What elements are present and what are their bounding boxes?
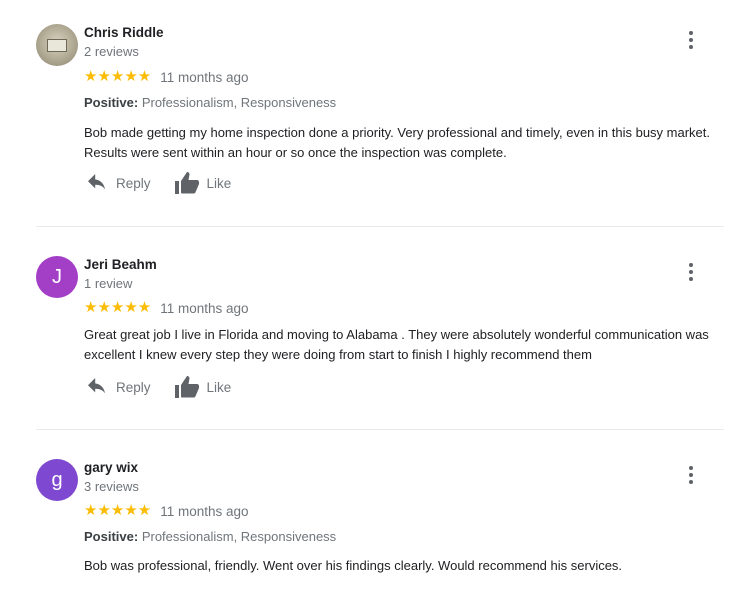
avatar[interactable]	[36, 24, 78, 66]
reviewer-name[interactable]: Jeri Beahm	[84, 257, 157, 272]
review-count: 1 review	[84, 276, 133, 291]
review-time: 11 months ago	[160, 300, 249, 316]
positive-label: Positive:	[84, 95, 139, 110]
reply-label: Reply	[116, 379, 151, 395]
avatar[interactable]: J	[36, 256, 78, 298]
review-text: Bob was professional, friendly. Went ove…	[84, 558, 623, 573]
avatar-letter: J	[52, 265, 62, 288]
reply-arrow-icon	[88, 378, 106, 394]
review-count: 3 reviews	[84, 479, 139, 494]
avatar-photo-icon	[47, 38, 67, 52]
rating-line: ★★★★★ 11 months ago	[84, 69, 249, 85]
review-count: 2 reviews	[84, 44, 139, 59]
like-button[interactable]: Like	[174, 376, 232, 398]
rating-line: ★★★★★ 11 months ago	[84, 503, 249, 519]
avatar[interactable]: g	[36, 459, 78, 501]
review-actions: Reply Like	[86, 376, 231, 398]
reply-label: Reply	[116, 175, 151, 191]
star-rating: ★★★★★	[84, 68, 152, 85]
positive-values: Professionalism, Responsiveness	[141, 529, 337, 544]
rating-line: ★★★★★ 11 months ago	[84, 300, 249, 316]
more-options-button[interactable]	[682, 464, 700, 486]
like-label: Like	[206, 175, 232, 191]
reviewer-name[interactable]: gary wix	[84, 460, 138, 475]
thumbs-up-icon	[174, 376, 199, 398]
avatar-letter: g	[51, 468, 63, 491]
review-text: Bob made getting my home inspection done…	[84, 125, 711, 160]
more-options-button[interactable]	[682, 29, 700, 51]
star-rating: ★★★★★	[84, 299, 152, 316]
review-text: Great great job I live in Florida and mo…	[84, 327, 709, 362]
like-label: Like	[206, 379, 232, 395]
more-options-button[interactable]	[682, 261, 700, 283]
reply-button[interactable]: Reply	[86, 378, 151, 396]
review-time: 11 months ago	[160, 69, 249, 85]
like-button[interactable]: Like	[174, 172, 232, 194]
thumbs-up-icon	[174, 172, 199, 194]
positive-attributes: Positive: Professionalism, Responsivenes…	[84, 529, 336, 544]
divider	[36, 226, 724, 227]
positive-attributes: Positive: Professionalism, Responsivenes…	[84, 95, 336, 110]
reply-arrow-icon	[88, 174, 106, 190]
reply-button[interactable]: Reply	[86, 174, 151, 192]
reviewer-name[interactable]: Chris Riddle	[84, 25, 164, 40]
divider	[36, 429, 724, 430]
positive-values: Professionalism, Responsiveness	[141, 95, 337, 110]
star-rating: ★★★★★	[84, 502, 152, 519]
review-actions: Reply Like	[86, 172, 231, 194]
review-time: 11 months ago	[160, 503, 249, 519]
positive-label: Positive:	[84, 529, 139, 544]
